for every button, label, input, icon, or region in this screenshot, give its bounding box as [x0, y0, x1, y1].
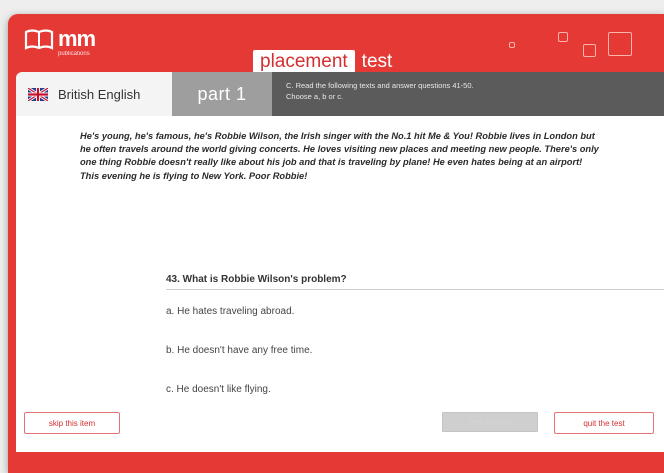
instruction-panel: C. Read the following texts and answer q…: [272, 72, 664, 116]
section-bar: British English part 1 C. Read the follo…: [16, 72, 664, 116]
book-logo-icon: [24, 29, 54, 50]
uk-flag-icon: [28, 87, 48, 101]
reading-passage: He's young, he's famous, he's Robbie Wil…: [80, 131, 599, 181]
language-label: British English: [58, 86, 141, 102]
app-window: mm publications placement test British E…: [8, 14, 664, 473]
answer-option-c[interactable]: c. He doesn't like flying.: [166, 384, 271, 395]
instruction-line-1: C. Read the following texts and answer q…: [286, 81, 474, 90]
next-question-button[interactable]: next question: [442, 412, 538, 432]
instruction-line-2: Choose a, b or c.: [286, 92, 344, 101]
quit-test-button[interactable]: quit the test: [554, 412, 654, 434]
question-text: 43. What is Robbie Wilson's problem?: [166, 274, 664, 290]
title-bar: mm publications placement test: [8, 14, 664, 74]
maximize-icon[interactable]: [608, 32, 632, 56]
part-indicator: part 1: [172, 72, 272, 116]
answer-option-a[interactable]: a. He hates traveling abroad.: [166, 306, 294, 317]
answer-option-b[interactable]: b. He doesn't have any free time.: [166, 345, 312, 356]
language-selector[interactable]: British English: [16, 72, 172, 116]
question-content: He's young, he's famous, he's Robbie Wil…: [16, 116, 664, 452]
brand-sub: publications: [58, 51, 90, 57]
skip-item-button[interactable]: skip this item: [24, 412, 120, 434]
title-sub: test: [361, 51, 393, 72]
brand-logo: mm publications: [24, 26, 96, 57]
restore-icon[interactable]: [583, 44, 596, 57]
minimize-icon[interactable]: [558, 32, 568, 42]
page-title: placement test: [253, 50, 399, 74]
brand-name: mm: [58, 26, 96, 51]
part-label: part 1: [197, 83, 247, 104]
window-dot-icon: [509, 42, 515, 48]
title-main: placement: [253, 50, 355, 74]
